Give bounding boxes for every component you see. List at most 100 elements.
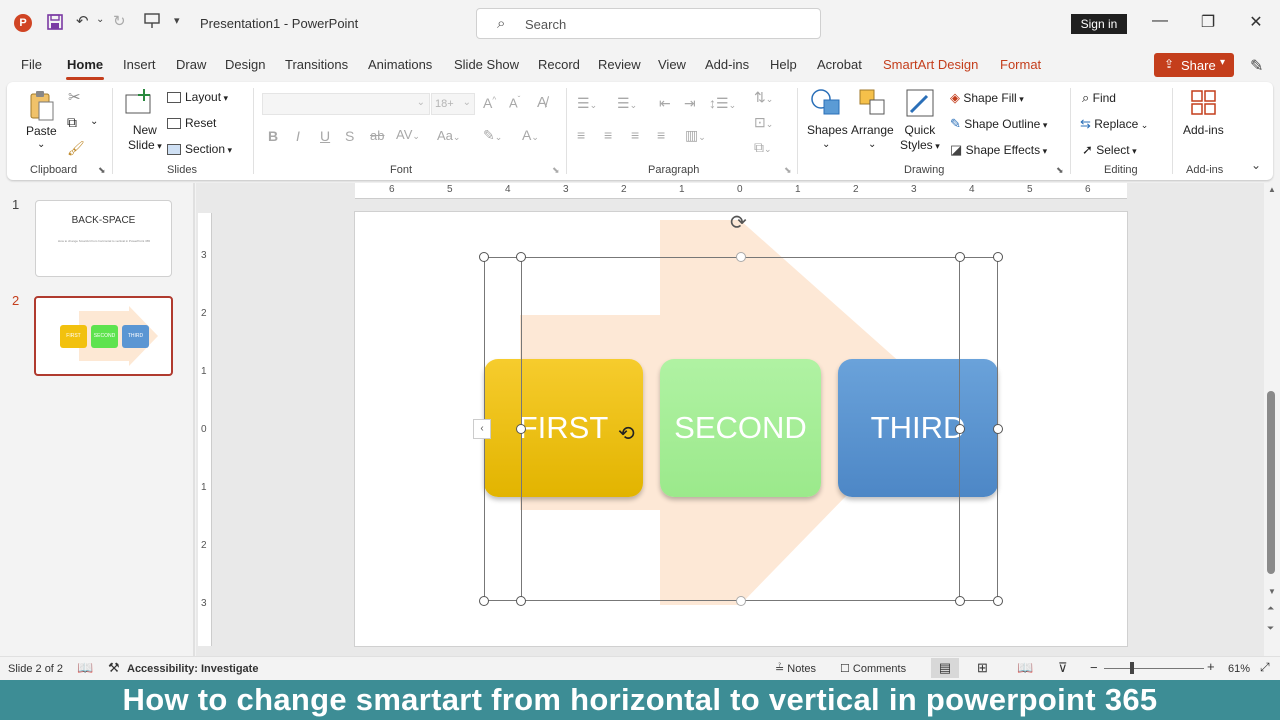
shapes-button[interactable]: Shapes: [807, 123, 848, 137]
section-button[interactable]: Section ▾: [167, 142, 232, 156]
tab-design[interactable]: Design: [225, 57, 265, 72]
scroll-thumb[interactable]: [1267, 391, 1275, 574]
italic-icon[interactable]: I: [296, 128, 300, 144]
resize-handle-e[interactable]: [955, 424, 965, 434]
clear-formatting-icon[interactable]: A̸: [537, 94, 547, 111]
highlight-icon[interactable]: ✎⌄: [483, 127, 502, 144]
resize-handle-se[interactable]: [993, 596, 1003, 606]
zoom-out-icon[interactable]: −: [1090, 660, 1098, 675]
save-icon[interactable]: [46, 13, 64, 35]
paragraph-launcher-icon[interactable]: ⬊: [784, 165, 792, 176]
bold-icon[interactable]: B: [268, 128, 278, 144]
new-slide-button[interactable]: New Slide ▾: [128, 123, 162, 154]
resize-handle-ne[interactable]: [993, 252, 1003, 262]
copy-icon[interactable]: ⧉: [67, 114, 77, 131]
cut-icon[interactable]: ✂: [68, 88, 81, 106]
font-launcher-icon[interactable]: ⬊: [552, 165, 560, 176]
quick-styles-button[interactable]: Quick Styles ▾: [900, 123, 940, 154]
panel-divider[interactable]: [193, 183, 195, 656]
font-name-input[interactable]: ⌄: [262, 93, 430, 115]
layout-button[interactable]: Layout ▾: [167, 90, 228, 104]
comments-button[interactable]: ☐ Comments: [840, 662, 906, 675]
zoom-level[interactable]: 61%: [1228, 663, 1250, 675]
accessibility-status[interactable]: Accessibility: Investigate: [127, 663, 258, 675]
strikethrough-icon[interactable]: ab: [370, 128, 384, 143]
resize-handle[interactable]: [955, 252, 965, 262]
copy-dropdown-icon[interactable]: ⌄: [90, 116, 98, 127]
undo-dropdown-icon[interactable]: ⌄: [96, 14, 104, 25]
resize-handle-n[interactable]: [736, 252, 746, 262]
restore-icon[interactable]: ❐: [1198, 12, 1218, 32]
notes-button[interactable]: ≟ Notes: [775, 662, 816, 675]
vertical-scrollbar[interactable]: ▲ ▼ ⏶ ⏷: [1264, 183, 1280, 656]
redo-icon[interactable]: ↻: [113, 12, 126, 30]
paste-icon[interactable]: [28, 90, 56, 125]
add-ins-icon[interactable]: [1190, 89, 1218, 120]
tab-home[interactable]: Home: [67, 57, 103, 72]
paste-button[interactable]: Paste: [26, 124, 57, 138]
accessibility-icon[interactable]: ⚒: [108, 660, 120, 676]
align-center-icon[interactable]: ≡: [604, 127, 612, 143]
resize-handle[interactable]: [516, 596, 526, 606]
tab-file[interactable]: File: [21, 57, 42, 72]
tab-review[interactable]: Review: [598, 57, 641, 72]
next-slide-icon[interactable]: ⏷: [1267, 623, 1274, 634]
present-icon[interactable]: [143, 12, 161, 34]
quick-styles-icon[interactable]: [905, 88, 937, 123]
previous-slide-icon[interactable]: ⏶: [1267, 603, 1274, 614]
replace-button[interactable]: ⇆ Replace ⌄: [1080, 116, 1148, 132]
arrange-button[interactable]: Arrange: [851, 123, 894, 137]
resize-handle[interactable]: [955, 596, 965, 606]
change-case-icon[interactable]: Aa⌄: [437, 128, 460, 143]
decrease-font-icon[interactable]: Aˇ: [509, 95, 520, 110]
bullets-icon[interactable]: ☰⌄: [577, 95, 597, 112]
tab-draw[interactable]: Draw: [176, 57, 206, 72]
tab-animations[interactable]: Animations: [368, 57, 432, 72]
text-pane-toggle-icon[interactable]: ‹: [473, 419, 491, 439]
add-ins-button[interactable]: Add-ins: [1183, 123, 1224, 137]
resize-handle-s[interactable]: [736, 596, 746, 606]
zoom-slider[interactable]: [1104, 668, 1204, 669]
underline-icon[interactable]: U: [320, 128, 330, 144]
tab-transitions[interactable]: Transitions: [285, 57, 348, 72]
find-button[interactable]: ⌕ Find: [1082, 90, 1116, 106]
slide-thumbnail-2[interactable]: FIRST SECOND THIRD: [34, 296, 173, 376]
tab-view[interactable]: View: [658, 57, 686, 72]
resize-handle[interactable]: [516, 252, 526, 262]
arrange-icon[interactable]: [858, 88, 888, 121]
tab-slide-show[interactable]: Slide Show: [454, 57, 519, 72]
drawing-launcher-icon[interactable]: ⬊: [1056, 165, 1064, 176]
tab-insert[interactable]: Insert: [123, 57, 156, 72]
increase-indent-icon[interactable]: ⇥: [684, 95, 696, 112]
tab-smartart-design[interactable]: SmartArt Design: [883, 57, 978, 72]
slideshow-view-icon[interactable]: ⊽: [1058, 660, 1068, 676]
shapes-icon[interactable]: [810, 88, 842, 121]
tab-add-ins[interactable]: Add-ins: [705, 57, 749, 72]
align-right-icon[interactable]: ≡: [631, 127, 639, 143]
clipboard-launcher-icon[interactable]: ⬊: [98, 165, 106, 176]
minimize-icon[interactable]: —: [1150, 12, 1170, 30]
resize-handle-w[interactable]: [516, 424, 526, 434]
shape-fill-button[interactable]: ◈ Shape Fill ▾: [950, 90, 1024, 106]
shape-effects-button[interactable]: ◪ Shape Effects ▾: [950, 142, 1047, 158]
font-size-input[interactable]: 18+ ⌄: [431, 93, 475, 115]
reset-button[interactable]: Reset: [167, 116, 216, 130]
sign-in-button[interactable]: Sign in: [1071, 14, 1127, 34]
paste-dropdown-icon[interactable]: ⌄: [37, 139, 45, 150]
tab-record[interactable]: Record: [538, 57, 580, 72]
convert-smartart-icon[interactable]: ⧉⌄: [754, 139, 772, 156]
decrease-indent-icon[interactable]: ⇤: [659, 95, 671, 112]
search-input[interactable]: ⌕ Search: [476, 8, 821, 39]
tab-format[interactable]: Format: [1000, 57, 1041, 72]
font-color-icon[interactable]: A⌄: [522, 127, 539, 143]
fit-to-window-icon[interactable]: ⤢: [1260, 660, 1270, 675]
arrange-dropdown-icon[interactable]: ⌄: [868, 139, 876, 150]
align-text-icon[interactable]: ⊡⌄: [754, 114, 773, 131]
close-icon[interactable]: ✕: [1246, 12, 1266, 32]
scroll-up-icon[interactable]: ▲: [1268, 185, 1276, 194]
resize-handle-sw[interactable]: [479, 596, 489, 606]
undo-icon[interactable]: ↶: [76, 12, 89, 30]
new-slide-icon[interactable]: [124, 89, 154, 120]
spell-check-icon[interactable]: 📖: [77, 660, 93, 676]
select-button[interactable]: ➚ Select ▾: [1082, 142, 1137, 158]
